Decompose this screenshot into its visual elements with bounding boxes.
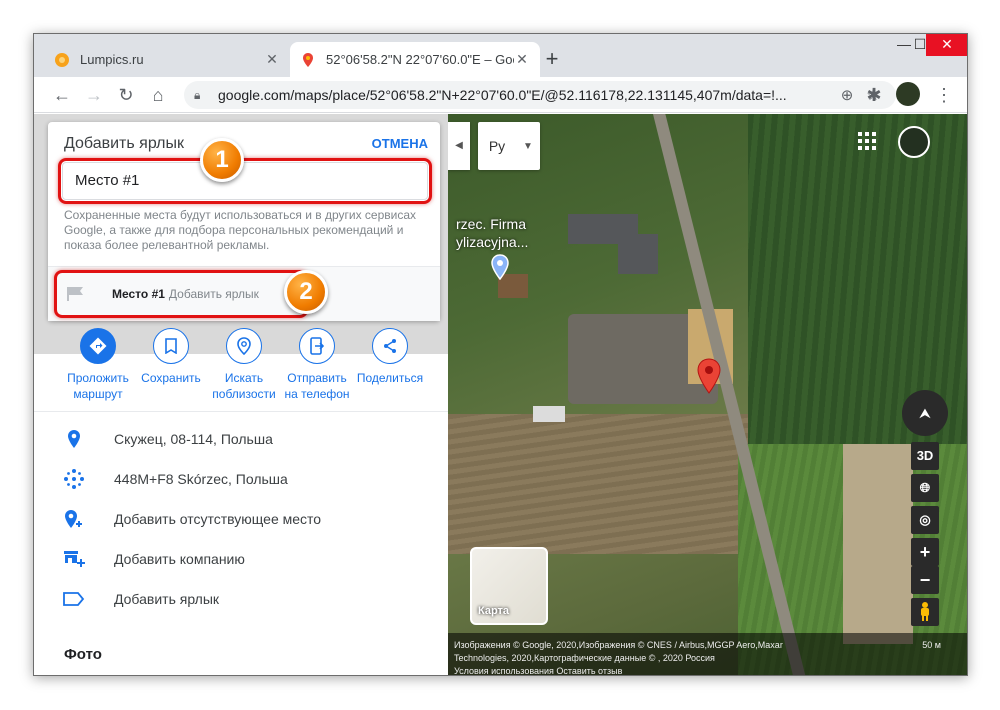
selected-location-pin-icon[interactable] [696, 358, 722, 394]
action-label: Поделиться [356, 371, 424, 385]
plus-code-row[interactable]: 448M+F8 Skórzec, Польша [34, 459, 448, 499]
add-place-icon [34, 509, 114, 529]
map-field [843, 444, 913, 644]
layer-toggle-thumbnail[interactable]: Карта [470, 547, 548, 625]
address-bar[interactable]: 🔒︎ google.com/maps/place/52°06'58.2"N+22… [184, 81, 896, 109]
share-icon [372, 328, 408, 364]
page-content: rzec. Firma ylizacyjna... ◀ Ру ▼ ⮝ 3D 🌐︎… [34, 114, 967, 675]
map-attribution: Изображения © Google, 2020,Изображения ©… [448, 633, 967, 675]
tab-title: Lumpics.ru [80, 52, 144, 67]
browser-window: Lumpics.ru ✕ 52°06'58.2"N 22°07'60.0"E –… [33, 33, 968, 676]
forward-icon[interactable]: → [82, 83, 106, 107]
close-tab-icon[interactable]: ✕ [514, 51, 530, 68]
directions-button[interactable]: Проложить маршрут [60, 328, 136, 402]
attribution-text: Изображения © Google, 2020,Изображения ©… [454, 640, 783, 650]
menu-icon[interactable]: ⋮ [932, 83, 956, 107]
place-label[interactable]: ylizacyjna... [456, 234, 528, 250]
collapse-panel-button[interactable]: ◀ [448, 122, 470, 170]
divider [34, 411, 448, 412]
layer-toggle-label: Карта [478, 605, 510, 617]
address-text: Скужец, 08-114, Польша [114, 431, 273, 447]
home-icon[interactable]: ⌂ [146, 83, 170, 107]
tab-title: 52°06'58.2"N 22°07'60.0"E – Goo [326, 52, 514, 67]
attribution-text: Technologies, 2020,Картографические данн… [454, 653, 715, 663]
add-label-card: Добавить ярлык ОТМЕНА Место #1 Сохраненн… [48, 122, 440, 321]
add-business-text: Добавить компанию [114, 551, 245, 567]
place-pin-icon[interactable] [490, 254, 510, 280]
photos-heading: Фото [64, 646, 102, 663]
google-maps-pin-icon [303, 52, 313, 67]
highlight-frame [58, 158, 432, 204]
cancel-button[interactable]: ОТМЕНА [372, 136, 428, 151]
nearby-icon [226, 328, 262, 364]
apps-grid-icon[interactable] [858, 132, 876, 150]
bookmark-icon [153, 328, 189, 364]
close-tab-icon[interactable]: ✕ [264, 51, 280, 68]
view-3d-button[interactable]: 3D [911, 442, 939, 470]
action-label: Проложить маршрут [67, 371, 129, 401]
share-button[interactable]: Поделиться [352, 328, 428, 386]
pegman-icon[interactable] [911, 598, 939, 626]
back-icon[interactable]: ← [50, 83, 74, 107]
step-marker-2: 2 [284, 270, 328, 314]
lock-icon: 🔒︎ [194, 87, 201, 102]
location-icon[interactable]: ⊕ [834, 86, 860, 104]
nearby-button[interactable]: Искать поблизости [206, 328, 282, 402]
zoom-out-button[interactable]: − [911, 566, 939, 594]
browser-toolbar: ← → ↻ ⌂ 🔒︎ google.com/maps/place/52°06'5… [34, 77, 967, 113]
language-select[interactable]: Ру ▼ [478, 122, 540, 170]
url-text: google.com/maps/place/52°06'58.2"N+22°07… [218, 87, 787, 103]
card-title: Добавить ярлык [64, 135, 185, 152]
address-row[interactable]: Скужец, 08-114, Польша [34, 419, 448, 459]
orange-circle-icon [55, 52, 69, 67]
terms-links[interactable]: Условия использования Оставить отзыв [454, 665, 963, 675]
add-business-icon [34, 550, 114, 568]
tab-lumpics[interactable]: Lumpics.ru ✕ [44, 42, 290, 77]
scale-bar[interactable]: 50 м [922, 639, 941, 652]
compass-icon[interactable]: ⮝ [902, 390, 948, 436]
map-view[interactable]: rzec. Firma ylizacyjna... ◀ Ру ▼ ⮝ 3D 🌐︎… [448, 114, 967, 675]
globe-icon[interactable]: 🌐︎ [911, 474, 939, 502]
add-business-row[interactable]: Добавить компанию [34, 539, 448, 579]
extensions-icon[interactable]: ✱ [862, 83, 886, 107]
profile-avatar[interactable] [896, 82, 920, 106]
place-info-list: Скужец, 08-114, Польша 448M+F8 Skórzec, … [34, 419, 448, 619]
save-button[interactable]: Сохранить [133, 328, 209, 386]
action-label: Отправить на телефон [284, 371, 350, 401]
highlight-frame [54, 270, 308, 318]
place-label[interactable]: rzec. Firma [456, 216, 526, 232]
add-label-text: Добавить ярлык [114, 591, 220, 607]
chevron-down-icon: ▼ [523, 140, 533, 152]
action-bar: Проложить маршрут Сохранить Искать побли… [34, 328, 448, 406]
action-label: Сохранить [141, 371, 201, 385]
add-label-row[interactable]: Добавить ярлык [34, 579, 448, 619]
side-panel: Добавить ярлык ОТМЕНА Место #1 Сохраненн… [34, 114, 448, 675]
step-marker-1: 1 [200, 138, 244, 182]
label-icon [34, 592, 114, 606]
add-missing-place-text: Добавить отсутствующее место [114, 511, 322, 527]
plus-code-icon [34, 468, 114, 490]
my-location-icon[interactable]: ◎ [911, 506, 939, 534]
map-field [448, 414, 748, 554]
reload-icon[interactable]: ↻ [114, 83, 138, 107]
plus-code-text: 448M+F8 Skórzec, Польша [114, 471, 288, 487]
zoom-in-button[interactable]: + [911, 538, 939, 566]
send-to-phone-icon [299, 328, 335, 364]
privacy-hint: Сохраненные места будут использоваться и… [64, 208, 417, 252]
close-window-button[interactable]: ✕ [926, 34, 967, 56]
tab-strip: Lumpics.ru ✕ 52°06'58.2"N 22°07'60.0"E –… [34, 34, 967, 77]
map-building [618, 234, 658, 274]
new-tab-button[interactable]: + [539, 46, 565, 72]
language-value: Ру [488, 138, 506, 154]
add-missing-place-row[interactable]: Добавить отсутствующее место [34, 499, 448, 539]
action-label: Искать поблизости [212, 371, 276, 401]
tab-google-maps[interactable]: 52°06'58.2"N 22°07'60.0"E – Goo ✕ [290, 42, 540, 77]
location-pin-icon [34, 429, 114, 449]
account-avatar[interactable] [898, 126, 930, 158]
map-building [533, 406, 565, 422]
send-to-phone-button[interactable]: Отправить на телефон [279, 328, 355, 402]
directions-icon [80, 328, 116, 364]
